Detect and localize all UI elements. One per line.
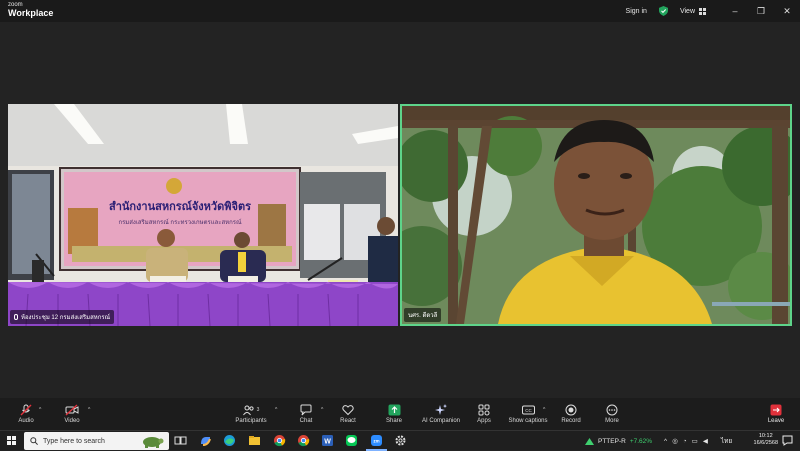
banner-title: สำนักงานสหกรณ์จังหวัดพิจิตร [109, 200, 251, 213]
participants-count: 3 [256, 407, 260, 413]
taskbar-clock[interactable]: 10:12 16/6/2568 [754, 433, 778, 448]
brand-name: Workplace [8, 8, 54, 18]
windows-start-icon[interactable] [7, 436, 16, 445]
video-button[interactable]: Video [42, 404, 102, 424]
system-tray: ^ ◎ ◔ ▭ ◀ ไทย [664, 431, 732, 451]
audio-options-chevron-icon[interactable]: ^ [39, 407, 41, 413]
chat-label: Chat [299, 418, 313, 424]
line-messenger-icon[interactable] [345, 434, 358, 447]
banner-subtitle: กรมส่งเสริมสหกรณ์ กระทรวงเกษตรและสหกรณ์ [118, 218, 242, 226]
more-button[interactable]: More [582, 404, 642, 424]
taskbar-search-box[interactable]: Type here to search [24, 432, 169, 450]
record-label: Record [561, 418, 581, 424]
view-button[interactable]: View [679, 7, 706, 15]
video-tile-active-speaker[interactable]: นศร. ดีดวลี [400, 104, 792, 326]
react-label: React [340, 418, 356, 424]
captions-icon: CC [521, 404, 535, 416]
video-tile-meeting-room[interactable]: สำนักงานสหกรณ์จังหวัดพิจิตร กรมส่งเสริมส… [8, 104, 398, 326]
view-label: View [679, 7, 695, 15]
task-view-icon[interactable] [174, 434, 187, 447]
sign-in-link[interactable]: Sign in [626, 8, 647, 15]
participants-icon: 3 [242, 404, 260, 416]
stock-name: PTTEP-R [598, 437, 626, 445]
leave-icon [770, 404, 782, 416]
language-indicator[interactable]: ไทย [721, 436, 732, 446]
video-options-chevron-icon[interactable]: ^ [88, 407, 90, 413]
apps-label: Apps [477, 418, 491, 424]
maximize-button[interactable]: ❐ [748, 6, 774, 17]
settings-gear-icon[interactable] [394, 434, 407, 447]
leave-label: Leave [767, 418, 785, 424]
notification-icon[interactable] [782, 435, 793, 446]
word-icon[interactable]: W [321, 434, 334, 447]
meeting-toolbar: Audio ^ Video ^ 3 Participants ^ Chat ^ … [0, 398, 800, 430]
heart-icon [342, 404, 354, 416]
muted-mic-icon [20, 404, 32, 416]
participant-name-tag: นศร. ดีดวลี [404, 308, 442, 322]
chrome-icon[interactable] [273, 434, 286, 447]
mic-icon [14, 314, 18, 320]
volume-icon[interactable]: ◀ [703, 437, 708, 445]
share-screen-icon [388, 404, 401, 416]
clock-time: 10:12 [758, 433, 773, 439]
share-label: Share [385, 418, 402, 424]
participant-name: นศร. ดีดวลี [408, 313, 438, 319]
svg-text:zm: zm [373, 439, 379, 444]
display-icon[interactable]: ▭ [692, 437, 698, 445]
copilot-icon[interactable] [199, 434, 212, 447]
search-icon [30, 437, 38, 445]
wifi-icon[interactable]: ◔ [683, 438, 687, 445]
stock-up-arrow-icon [585, 437, 594, 445]
stock-change: +7.62% [629, 437, 653, 445]
chrome-icon[interactable] [297, 434, 310, 447]
zoom-workplace-logo: zoom Workplace [8, 2, 53, 18]
grid-view-icon [699, 7, 706, 15]
show-hidden-icons-chevron-icon[interactable]: ^ [664, 438, 667, 445]
leave-button[interactable]: Leave [746, 404, 800, 424]
security-shield-icon[interactable] [658, 6, 668, 16]
svg-text:CC: CC [525, 408, 532, 413]
windows-taskbar: Type here to search W zm PTTEP-R +7.62% … [0, 430, 800, 451]
more-label: More [605, 418, 619, 424]
participant-name: ห้องประชุม 12 กรมส่งเสริมสหกรณ์ [21, 315, 111, 321]
audio-label: Audio [18, 418, 34, 424]
minimize-button[interactable]: – [722, 6, 748, 16]
svg-text:W: W [324, 439, 331, 446]
video-gallery: สำนักงานสหกรณ์จังหวัดพิจิตร กรมส่งเสริมส… [0, 22, 800, 398]
file-explorer-icon[interactable] [248, 434, 261, 447]
clock-date: 16/6/2568 [753, 440, 778, 447]
participants-label: Participants [235, 418, 267, 424]
title-bar: zoom Workplace Sign in View – ❐ ✕ [0, 0, 800, 22]
zoom-app-icon[interactable]: zm [370, 434, 383, 447]
participant-name-tag: ห้องประชุม 12 กรมส่งเสริมสหกรณ์ [10, 310, 115, 324]
search-placeholder: Type here to search [43, 437, 105, 445]
stock-widget[interactable]: PTTEP-R +7.62% [585, 431, 652, 451]
edge-browser-icon[interactable] [223, 434, 236, 447]
more-icon [606, 404, 618, 416]
apps-icon [478, 404, 490, 416]
turtle-search-highlight-icon [143, 437, 164, 448]
chat-icon [300, 404, 312, 416]
close-button[interactable]: ✕ [774, 6, 800, 17]
video-label: Video [64, 418, 80, 424]
meeting-room-video: สำนักงานสหกรณ์จังหวัดพิจิตร กรมส่งเสริมส… [8, 104, 398, 326]
video-off-icon [65, 404, 79, 416]
speaker-video [402, 106, 790, 324]
participants-button[interactable]: 3 Participants [221, 404, 281, 424]
record-icon [565, 404, 577, 416]
sparkle-icon [435, 404, 447, 416]
location-icon[interactable]: ◎ [672, 437, 678, 445]
